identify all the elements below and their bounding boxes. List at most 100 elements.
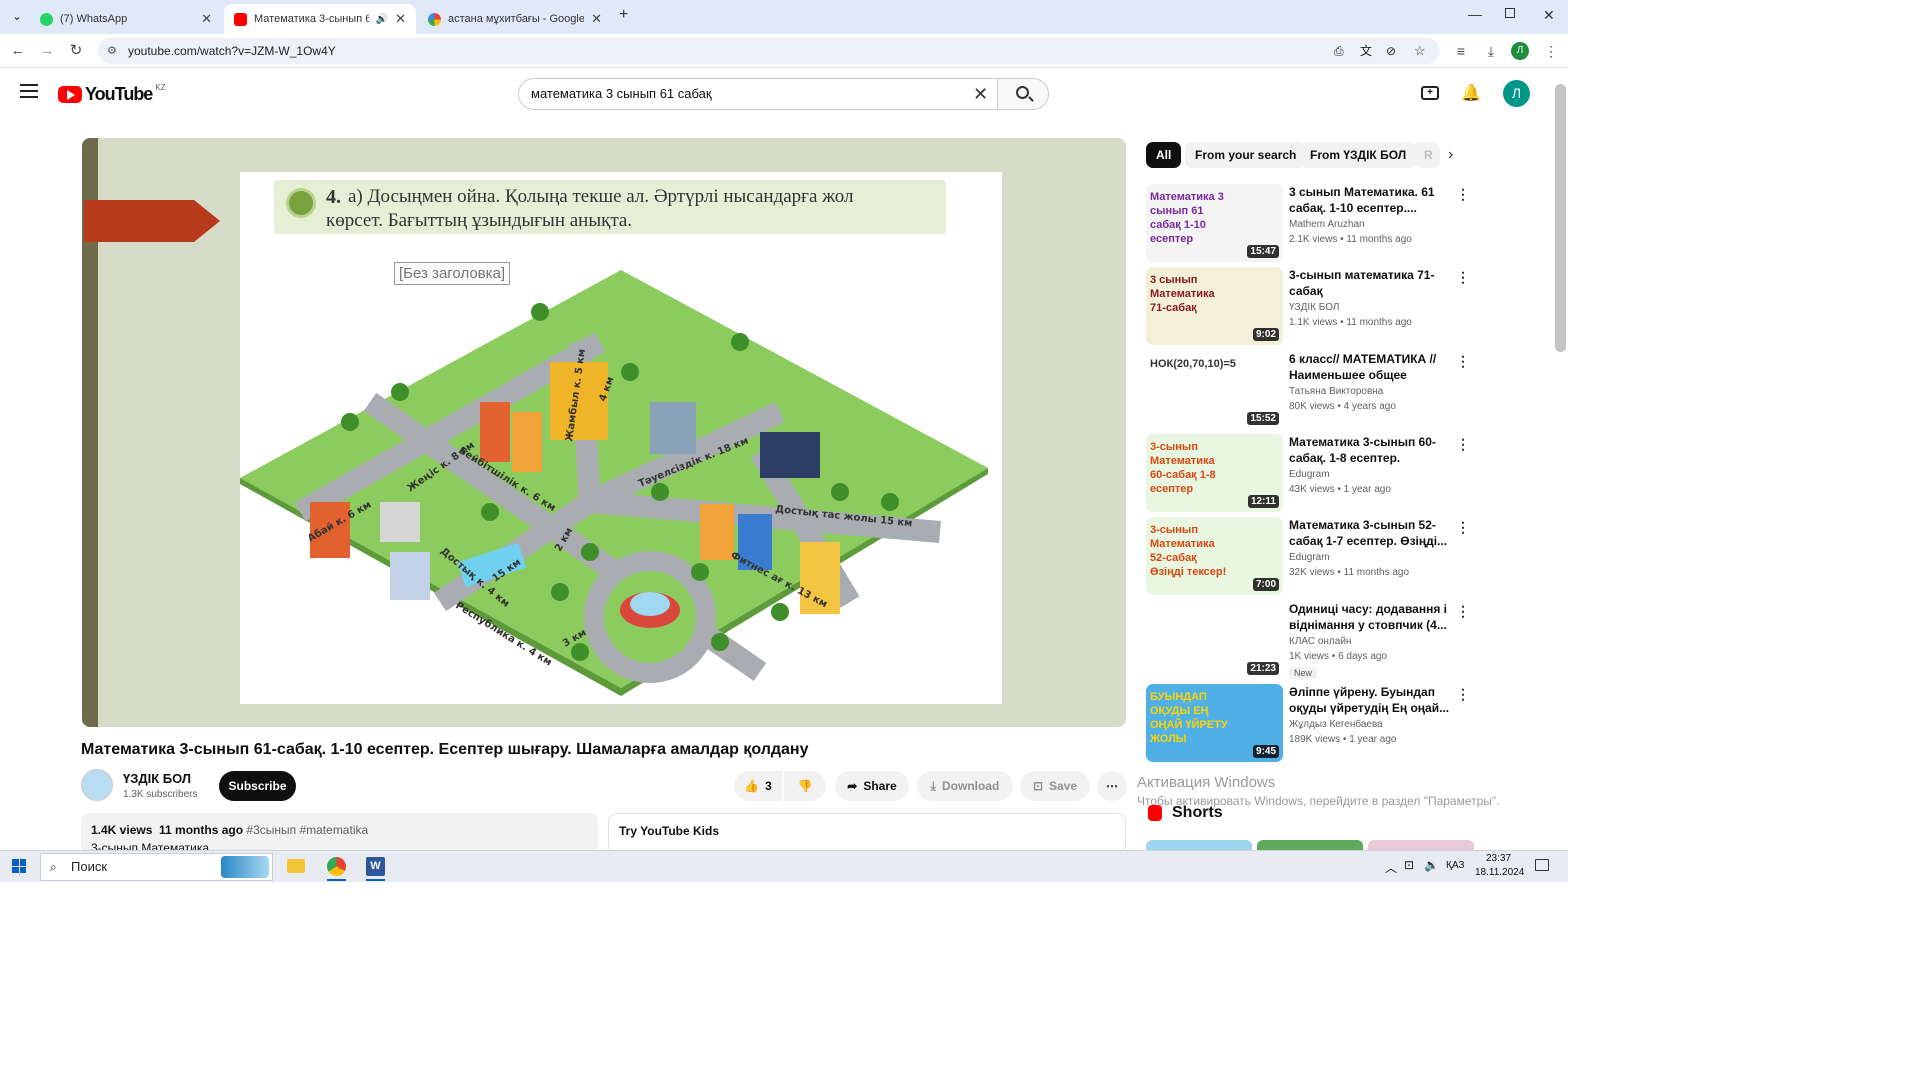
tab-whatsapp[interactable]: (7) WhatsApp ✕ [30, 4, 222, 34]
recommendation-title[interactable]: 6 класс// МАТЕМАТИКА // Наименьшее общее… [1289, 351, 1455, 383]
notifications-bell-icon[interactable]: 🔔 [1461, 83, 1481, 103]
close-window-button[interactable]: ✕ [1543, 7, 1555, 24]
create-video-icon[interactable]: + [1421, 86, 1439, 100]
page-scrollbar[interactable] [1555, 84, 1566, 352]
speaker-icon[interactable]: 🔊 [376, 14, 388, 25]
restore-button[interactable] [1505, 8, 1515, 18]
clock-date[interactable]: 18.11.2024 [1475, 867, 1524, 878]
profile-avatar[interactable]: Л [1511, 42, 1529, 60]
video-player[interactable]: 4. а) Досыңмен ойна. Қолыңа текше ал. Әр… [82, 138, 1126, 727]
save-button[interactable]: ⊡ Save [1020, 771, 1090, 801]
chip-all[interactable]: All [1146, 142, 1182, 168]
recommendation-channel[interactable]: Mathem Aruzhan [1289, 219, 1365, 230]
search-button[interactable] [997, 78, 1049, 110]
tab-search-button[interactable]: ⌄ [8, 8, 26, 26]
like-button[interactable]: 👍 3 [734, 771, 782, 801]
recommendation-channel[interactable]: Жұлдыз Кегенбаева [1289, 719, 1383, 730]
back-icon[interactable]: ← [8, 41, 28, 61]
bookmark-star-icon[interactable]: ☆ [1414, 38, 1426, 64]
more-actions-button[interactable]: ⋯ [1097, 771, 1127, 801]
youtube-kids-promo[interactable]: Try YouTube Kids [608, 813, 1126, 853]
recommendation-card[interactable]: 3-сынып Математика 60-сабақ 1-8 есептер 1… [1146, 433, 1476, 512]
reload-icon[interactable]: ↻ [66, 41, 86, 61]
media-controls-icon[interactable]: ≡ [1452, 42, 1470, 60]
tab-youtube-video[interactable]: Математика 3-сынып 61-с 🔊 ✕ [224, 4, 416, 34]
youtube-logo[interactable]: YouTube KZ [58, 83, 166, 105]
recommendation-card[interactable]: 21:23 Одиниці часу: додавання і відніманн… [1146, 600, 1476, 679]
account-avatar[interactable]: Л [1503, 80, 1530, 107]
video-thumbnail[interactable]: 3-сынып Математика 52-сабақ Өзіңді тексе… [1146, 517, 1283, 596]
downloads-icon[interactable]: ⤓ [1482, 42, 1500, 60]
language-indicator[interactable]: ҚАЗ [1446, 860, 1464, 871]
video-thumbnail[interactable]: Математика 3 сынып 61 сабақ 1-10 есептер… [1146, 184, 1283, 262]
network-icon[interactable]: ⊡ [1404, 858, 1414, 872]
recommendation-title[interactable]: 3 сынып Математика. 61 сабақ. 1-10 есепт… [1289, 184, 1455, 216]
eye-off-icon[interactable]: ⊘ [1386, 38, 1396, 64]
tab-google-search[interactable]: астана мұхитбағы - Google Se ✕ [418, 4, 612, 34]
recommendation-channel[interactable]: Edugram [1289, 469, 1330, 480]
recommendation-title[interactable]: Математика 3-сынып 52-сабақ 1-7 есептер.… [1289, 517, 1455, 549]
chips-next-icon[interactable]: › [1448, 146, 1453, 164]
file-explorer-icon[interactable] [287, 859, 305, 873]
new-tab-button[interactable]: + [619, 6, 628, 24]
chip-from-channel[interactable]: From ҮЗДІК БОЛ [1300, 142, 1417, 168]
word-icon[interactable]: W [366, 857, 385, 876]
chrome-icon[interactable] [327, 857, 346, 876]
taskbar-search-box[interactable]: ⌕ Поиск [40, 853, 273, 881]
notification-center-icon[interactable] [1535, 859, 1549, 871]
short-thumbnail[interactable] [1257, 840, 1363, 850]
clock-time[interactable]: 23:37 [1486, 853, 1511, 864]
dislike-button[interactable]: 👎 [784, 771, 826, 801]
address-bar[interactable]: ⚙ youtube.com/watch?v=JZM-W_1Ow4Y ⎙ 文 ⊘ … [98, 38, 1440, 64]
close-icon[interactable]: ✕ [201, 11, 212, 27]
recommendation-title[interactable]: 3-сынып математика 71-сабақ [1289, 267, 1455, 299]
chrome-menu-icon[interactable]: ⋮ [1542, 42, 1560, 60]
recommendation-card[interactable]: 3-сынып Математика 52-сабақ Өзіңді тексе… [1146, 517, 1476, 596]
volume-icon[interactable]: 🔉 [1424, 858, 1439, 872]
short-thumbnail[interactable] [1146, 840, 1252, 850]
more-options-icon[interactable]: ⋮ [1456, 686, 1470, 703]
recommendation-title[interactable]: Әліппе үйрену. Буындап оқуды үйретудің Е… [1289, 684, 1455, 716]
more-options-icon[interactable]: ⋮ [1456, 519, 1470, 536]
recommendation-card[interactable]: БУЫНДАП ОҚУДЫ ЕҢ ОҢАЙ ҮЙРЕТУ ЖОЛЫ 9:45 Әлі… [1146, 683, 1476, 762]
channel-avatar[interactable] [81, 769, 113, 801]
recommendation-channel[interactable]: Татьяна Викторовна [1289, 386, 1383, 397]
more-options-icon[interactable]: ⋮ [1456, 269, 1470, 286]
recommendation-card[interactable]: 3 сынып Математика 71-сабақ 9:02 3-сынып м… [1146, 267, 1476, 346]
site-info-icon[interactable]: ⚙ [107, 38, 117, 64]
install-app-icon[interactable]: ⎙ [1334, 38, 1344, 64]
video-thumbnail[interactable]: 3 сынып Математика 71-сабақ 9:02 [1146, 267, 1283, 346]
more-options-icon[interactable]: ⋮ [1456, 603, 1470, 620]
minimize-button[interactable]: — [1468, 6, 1482, 22]
video-thumbnail[interactable]: НОК(20,70,10)=5 15:52 [1146, 350, 1283, 429]
more-options-icon[interactable]: ⋮ [1456, 353, 1470, 370]
recommendation-card[interactable]: Математика 3 сынып 61 сабақ 1-10 есептер… [1146, 184, 1476, 262]
video-thumbnail[interactable]: БУЫНДАП ОҚУДЫ ЕҢ ОҢАЙ ҮЙРЕТУ ЖОЛЫ 9:45 [1146, 683, 1283, 762]
recommendation-title[interactable]: Математика 3-сынып 60-сабақ. 1-8 есептер… [1289, 434, 1455, 466]
short-thumbnail[interactable] [1368, 840, 1474, 850]
description-box[interactable]: 1.4K views 11 months ago #3сынып #matema… [81, 813, 598, 853]
close-icon[interactable]: ✕ [395, 11, 406, 27]
clear-search-icon[interactable]: ✕ [973, 79, 988, 109]
subscribe-button[interactable]: Subscribe [219, 771, 296, 801]
recommendation-title[interactable]: Одиниці часу: додавання і віднімання у с… [1289, 601, 1455, 633]
windows-start-icon[interactable] [12, 859, 26, 873]
channel-name[interactable]: ҮЗДІК БОЛ [123, 771, 191, 786]
translate-icon[interactable]: 文 [1360, 38, 1372, 64]
recommendation-channel[interactable]: Edugram [1289, 552, 1330, 563]
video-thumbnail[interactable]: 3-сынып Математика 60-сабақ 1-8 есептер 1… [1146, 433, 1283, 512]
forward-icon[interactable]: → [37, 41, 57, 61]
share-button[interactable]: ➦ Share [835, 771, 909, 801]
chip-related[interactable]: R [1414, 142, 1440, 168]
video-thumbnail[interactable]: 21:23 [1146, 600, 1283, 679]
close-icon[interactable]: ✕ [591, 11, 602, 27]
search-input[interactable]: математика 3 сынып 61 сабақ ✕ [518, 78, 998, 110]
more-options-icon[interactable]: ⋮ [1456, 186, 1470, 203]
more-options-icon[interactable]: ⋮ [1456, 436, 1470, 453]
download-button[interactable]: ⤓ Download [917, 771, 1013, 801]
recommendation-card[interactable]: НОК(20,70,10)=5 15:52 6 класс// МАТЕМАТИКА… [1146, 350, 1476, 429]
guide-menu-icon[interactable] [20, 84, 38, 98]
recommendation-channel[interactable]: КЛАС онлайн [1289, 636, 1351, 647]
chip-from-your-search[interactable]: From your search [1185, 142, 1307, 168]
show-hidden-icons[interactable]: ︿ [1385, 859, 1397, 876]
